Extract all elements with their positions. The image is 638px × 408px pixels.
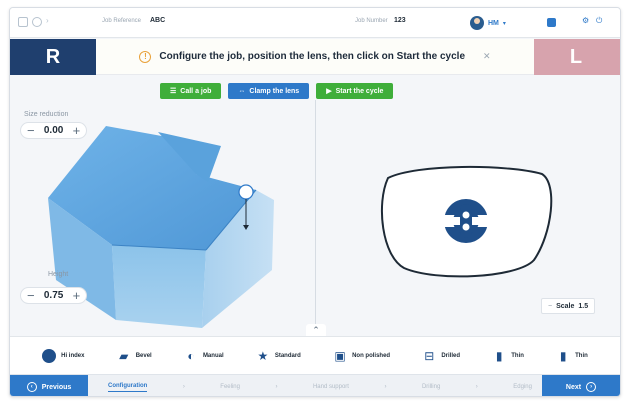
start-cycle-label: Start the cycle [335,87,384,95]
job-number-label: Job Number [355,18,388,24]
instruction-banner: ! Configure the job, position the lens, … [96,39,534,75]
manual-icon: ◐ [187,348,195,363]
right-eye-tab[interactable]: R [10,39,96,75]
scale-value: 1.5 [578,302,589,310]
window-icon[interactable] [18,17,28,27]
next-button[interactable]: Next › [542,375,620,396]
frame-shape-view[interactable] [376,164,556,280]
plus-icon[interactable]: + [73,289,81,302]
chevron-up-icon[interactable]: ⌃ [306,324,326,336]
height-stepper[interactable]: − 0.75 + [20,287,88,304]
start-cycle-button[interactable]: ▶ Start the cycle [316,83,394,99]
action-buttons: ☰ Call a job ⇔ Clamp the lens ▶ Start th… [160,83,394,99]
save-icon[interactable] [547,18,556,27]
option-label: Manual [202,352,224,359]
top-bar: › Job Reference ABC Job Number 123 HM ▾ … [10,8,620,38]
job-reference-value[interactable]: ABC [150,17,165,24]
job-number-value[interactable]: 123 [394,17,406,24]
lens-index-icon [42,348,57,363]
settings-icon[interactable] [32,17,42,27]
previous-label: Previous [41,383,72,391]
view-divider [315,100,316,328]
avatar [470,16,484,30]
option-label: Standard [274,352,301,359]
user-name: HM [488,19,499,27]
option-label: Thin [575,352,588,359]
minus-icon[interactable]: − [27,289,35,302]
workflow-steps: Configuration › Feeling › Hand support ›… [100,375,540,396]
thin-icon: ▮ [495,348,503,363]
option-thin[interactable]: ▮ Thin [492,349,524,363]
minus-icon[interactable]: − [548,303,552,310]
job-options-bar: Hi index ▰ Bevel ◐ Manual ★ Standard ▣ N… [10,336,620,374]
option-manual[interactable]: ◐ Manual [184,348,224,363]
step-configuration[interactable]: Configuration [108,383,148,392]
step-drilling[interactable]: Drilling [422,384,440,390]
step-separator: › [384,384,387,390]
option-non-polished[interactable]: ▣ Non polished [333,349,390,363]
option-drilled[interactable]: ⊟ Drilled [422,349,460,363]
arrow-right-icon: › [586,382,597,392]
height-label: Height [48,271,69,278]
chevron-right-icon[interactable]: › [46,16,56,26]
play-icon: ▶ [326,88,332,95]
scale-control[interactable]: − Scale 1.5 [541,298,596,314]
sliders-icon[interactable]: ⚙ [582,16,589,25]
next-label: Next [565,383,582,391]
step-separator: › [275,384,278,390]
step-feeling[interactable]: Feeling [220,384,240,390]
thin-icon: ▮ [559,348,567,363]
option-bevel[interactable]: ▰ Bevel [117,349,152,363]
clamp-lens-button[interactable]: ⇔ Clamp the lens [228,83,310,99]
instruction-text: Configure the job, position the lens, th… [159,51,466,62]
list-icon: ☰ [170,88,177,95]
close-icon[interactable]: ✕ [483,51,491,62]
height-value[interactable]: 0.75 [41,290,67,301]
height-handle[interactable] [238,184,254,200]
option-hi-index[interactable]: Hi index [42,348,85,363]
step-hand-support[interactable]: Hand support [313,384,349,390]
minus-icon[interactable]: − [27,124,35,137]
workflow-nav: ‹ Previous Configuration › Feeling › Han… [10,374,620,396]
option-thin-2[interactable]: ▮ Thin [556,349,588,363]
clamp-lens-label: Clamp the lens [249,87,300,95]
clamp-icon: ⇔ [238,87,246,95]
chevron-down-icon: ▾ [502,20,506,27]
call-job-label: Call a job [180,87,212,95]
option-label: Thin [511,352,524,359]
size-reduction-label: Size reduction [24,111,69,118]
left-eye-tab[interactable]: L [532,39,620,75]
previous-button[interactable]: ‹ Previous [10,375,88,396]
power-icon[interactable]: ⏻ [596,16,602,26]
job-reference-label: Job Reference [102,18,142,24]
option-label: Non polished [352,352,391,359]
arrow-left-icon: ‹ [26,382,37,392]
step-separator: › [182,384,185,390]
app-window: › Job Reference ABC Job Number 123 HM ▾ … [9,7,621,397]
star-icon: ★ [257,348,269,363]
warning-icon: ! [139,50,152,63]
call-job-button[interactable]: ☰ Call a job [160,83,222,99]
polish-icon: ▣ [334,348,346,363]
option-label: Drilled [441,352,460,359]
drill-icon: ⊟ [424,348,435,363]
bevel-icon: ▰ [119,348,129,363]
step-edging[interactable]: Edging [513,384,532,390]
option-standard[interactable]: ★ Standard [256,348,301,363]
option-label: Bevel [135,352,152,359]
option-label: Hi index [61,352,85,359]
step-separator: › [475,384,478,390]
user-menu[interactable]: HM ▾ [470,14,506,32]
scale-label: Scale [556,302,575,310]
